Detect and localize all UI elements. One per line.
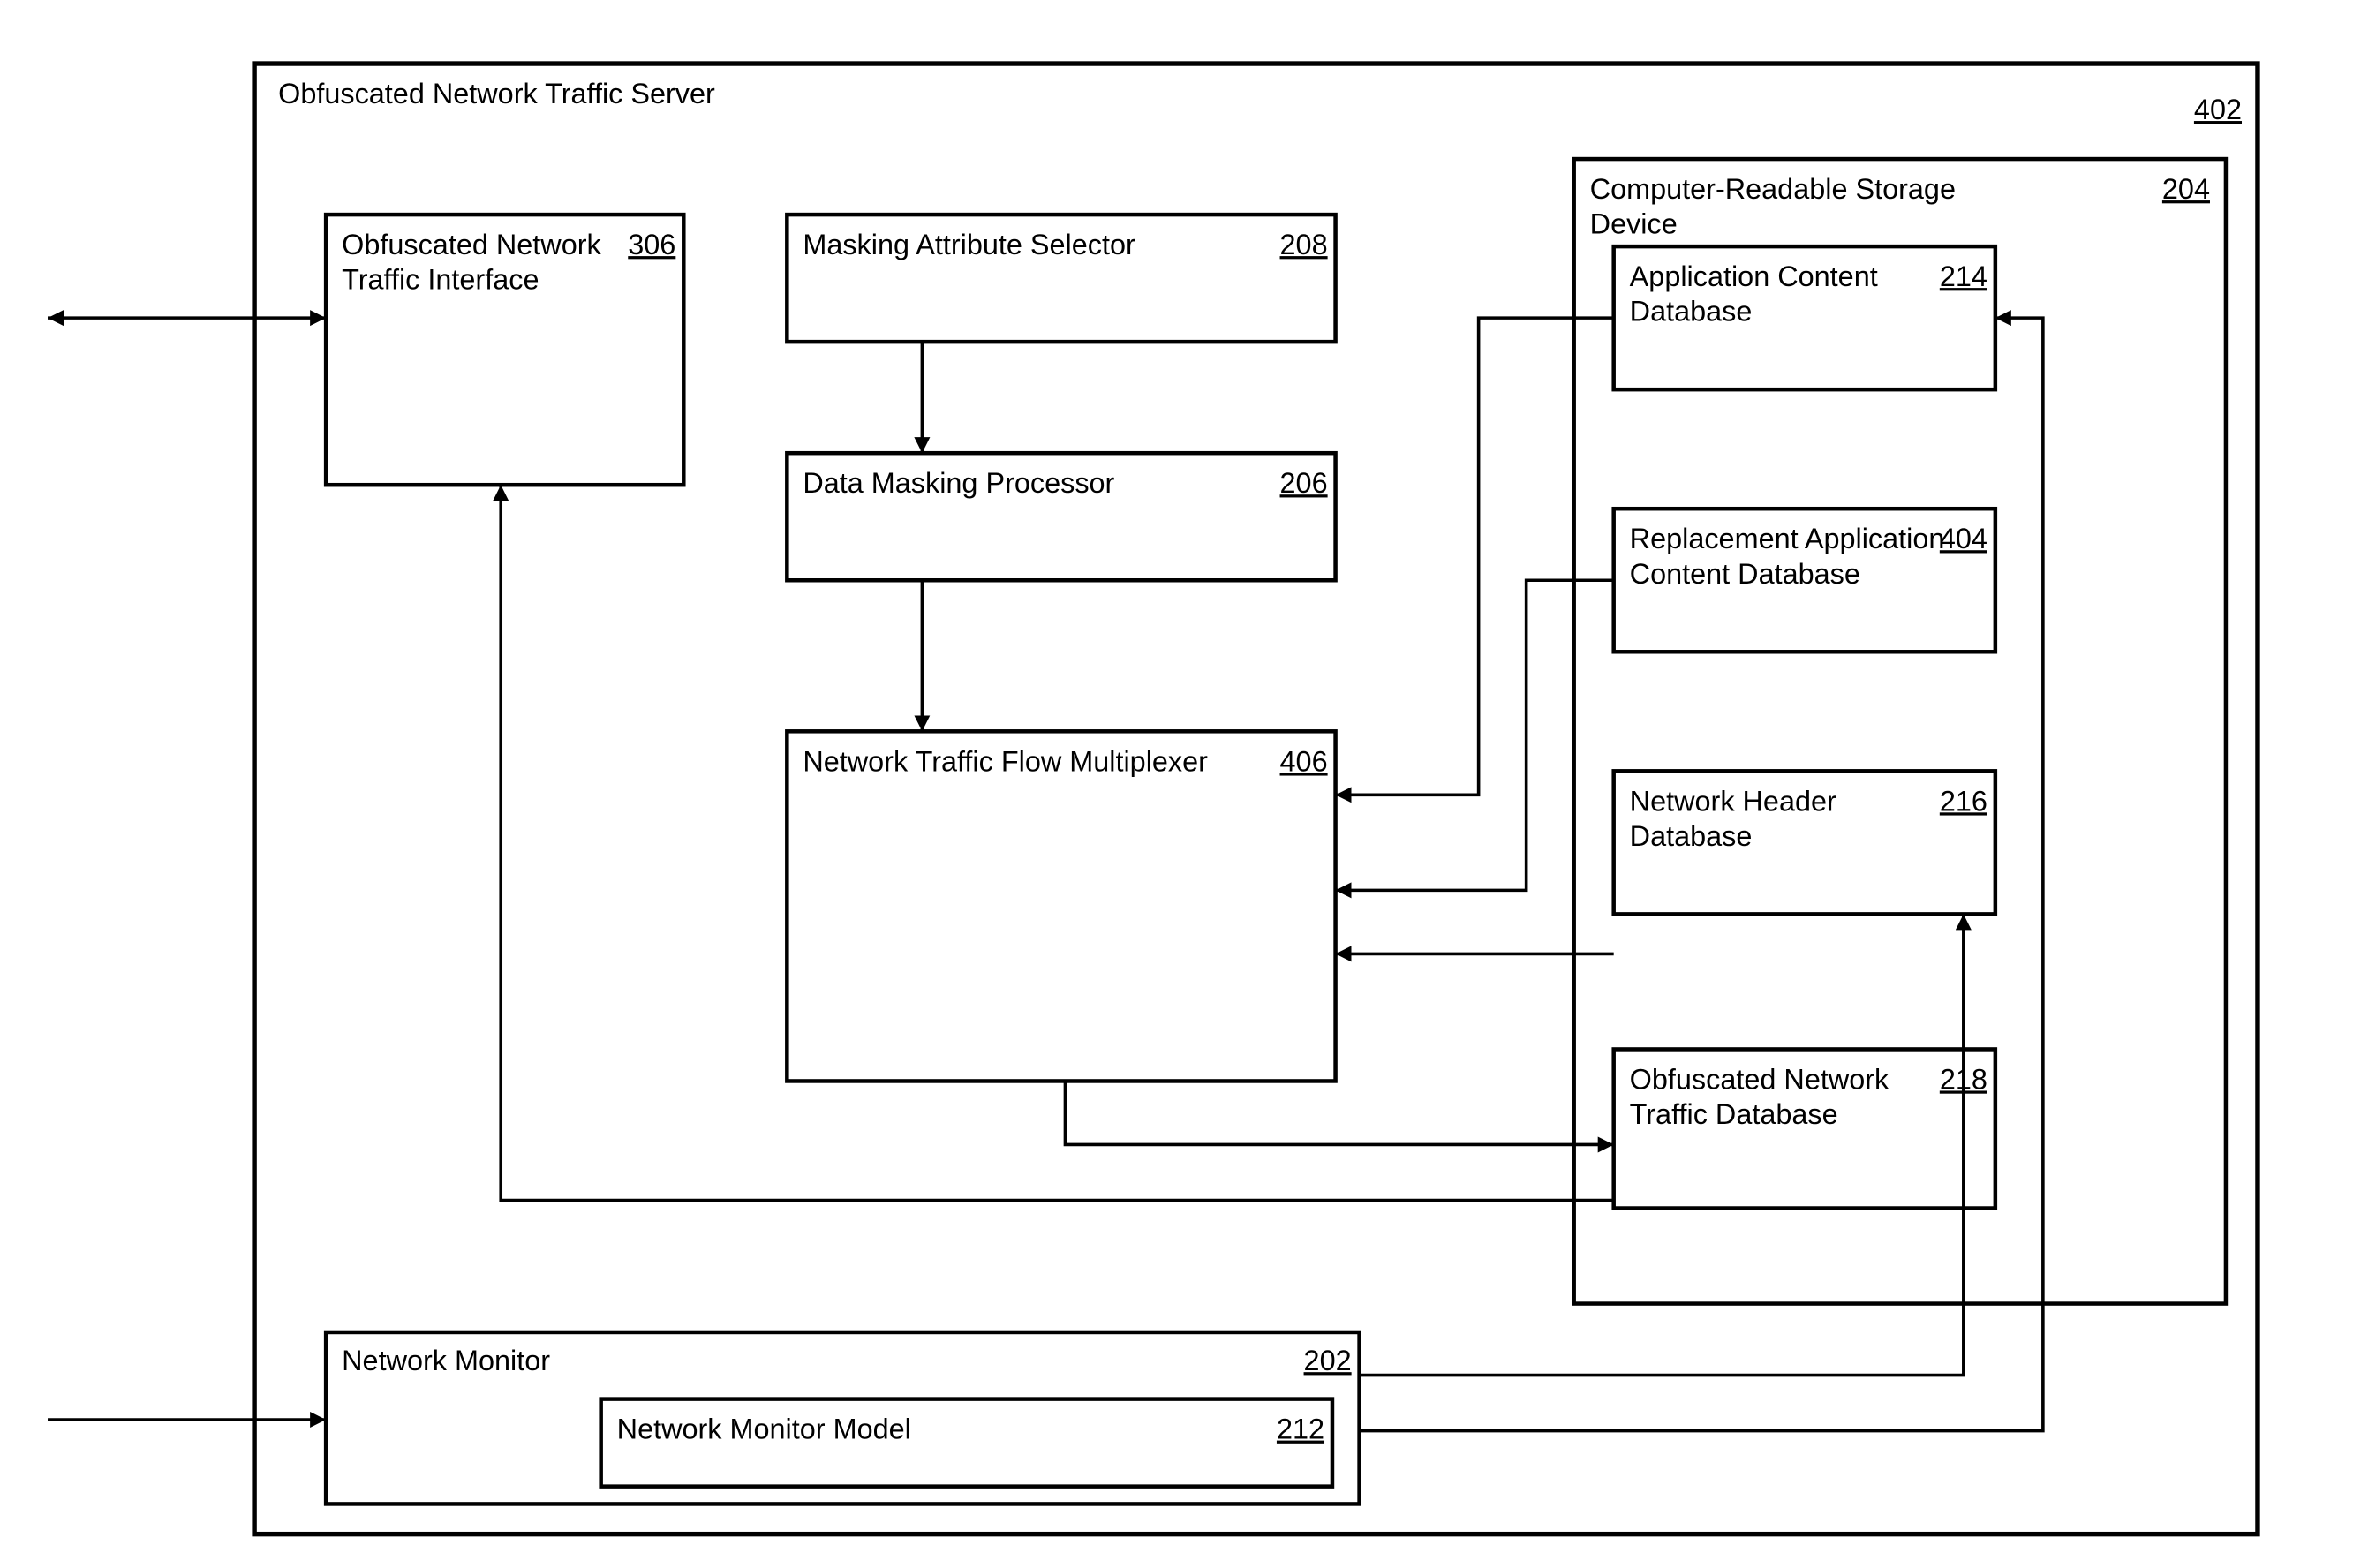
server-container-ref: 402 — [2194, 94, 2242, 125]
appdb-label1: Application Content — [1630, 260, 1878, 292]
hdrdb-label2: Database — [1630, 820, 1753, 852]
obfdb-label2: Traffic Database — [1630, 1098, 1838, 1130]
storage-label2: Device — [1590, 208, 1678, 240]
arrow-monitor-appdb — [1360, 318, 2043, 1430]
arrow-multiplexer-obfdb — [1065, 1081, 1613, 1144]
storage-box — [1574, 159, 2226, 1303]
obfdb-label1: Obfuscated Network — [1630, 1063, 1889, 1095]
interface-ref: 306 — [628, 229, 675, 260]
processor-ref: 206 — [1280, 467, 1328, 499]
hdrdb-label1: Network Header — [1630, 785, 1836, 817]
hdrdb-ref: 216 — [1940, 785, 1987, 817]
interface-label1: Obfuscated Network — [342, 229, 601, 260]
monitor-label: Network Monitor — [342, 1345, 550, 1376]
processor-label: Data Masking Processor — [803, 467, 1114, 499]
selector-label: Masking Attribute Selector — [803, 229, 1135, 260]
appdb-ref: 214 — [1940, 260, 1987, 292]
multiplexer-label: Network Traffic Flow Multiplexer — [803, 745, 1208, 777]
repdb-ref: 404 — [1940, 523, 1987, 554]
monitormodel-label: Network Monitor Model — [617, 1413, 911, 1445]
server-container-label: Obfuscated Network Traffic Server — [278, 78, 715, 109]
arrow-obfdb-interface — [501, 485, 1613, 1200]
repdb-label2: Content Database — [1630, 558, 1860, 590]
appdb-label2: Database — [1630, 296, 1753, 328]
selector-ref: 208 — [1280, 229, 1328, 260]
storage-ref: 204 — [2162, 173, 2210, 205]
monitor-ref: 202 — [1304, 1345, 1352, 1376]
storage-label1: Computer-Readable Storage — [1590, 173, 1956, 205]
multiplexer-ref: 406 — [1280, 745, 1328, 777]
diagram-svg: Obfuscated Network Traffic Server 402 Ob… — [0, 0, 2353, 1558]
monitormodel-ref: 212 — [1277, 1413, 1324, 1445]
interface-label2: Traffic Interface — [342, 264, 539, 296]
repdb-label1: Replacement Application — [1630, 523, 1945, 554]
multiplexer-box — [787, 731, 1335, 1081]
